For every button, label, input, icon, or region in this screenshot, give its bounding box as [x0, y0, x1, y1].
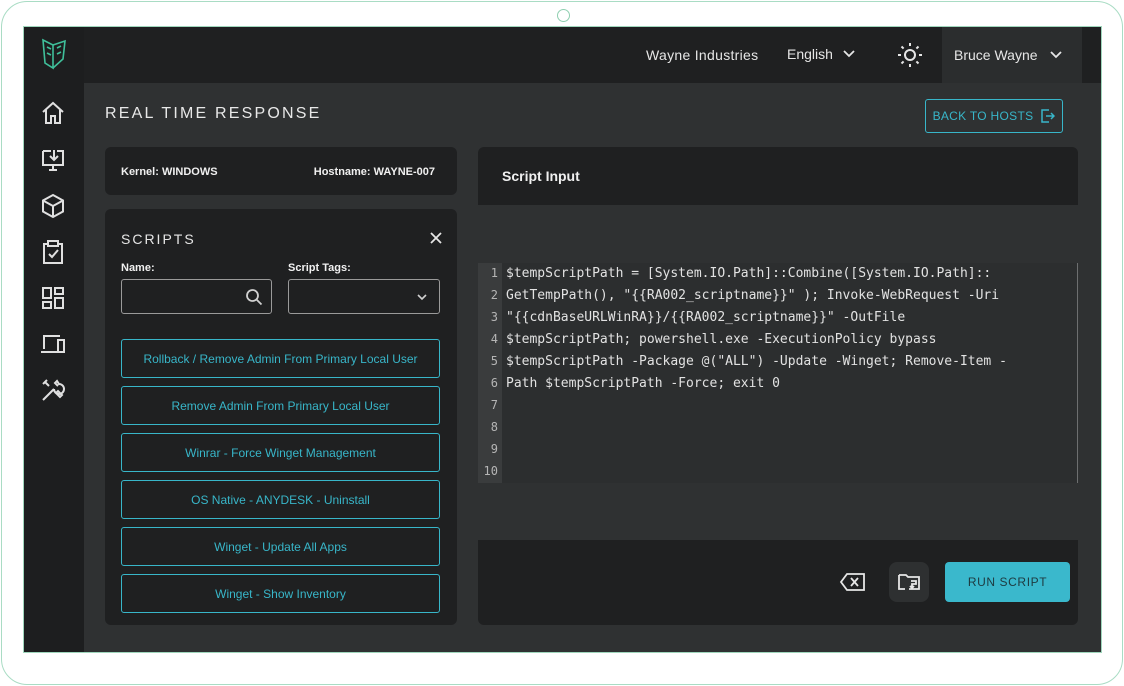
tools-icon	[42, 379, 65, 401]
page-title: REAL TIME RESPONSE	[105, 105, 322, 122]
code-line: $tempScriptPath; powershell.exe -Executi…	[506, 332, 937, 347]
line-number-gutter: 1 2 3 4 5 6 7 8 9 10	[478, 263, 502, 483]
folder-script-icon	[898, 574, 920, 590]
sidebar-item-tools[interactable]	[37, 374, 69, 406]
code-line: "{{cdnBaseURLWinRA}}/{{RA002_scriptname}…	[506, 310, 906, 325]
scripts-panel: SCRIPTS Name: Script Tags: Rollback / Re…	[105, 209, 457, 625]
exit-icon	[1041, 109, 1056, 123]
code-line: Path $tempScriptPath -Force; exit 0	[506, 376, 780, 391]
script-item-label: Winget - Update All Apps	[214, 539, 347, 554]
sidebar-item-dashboard[interactable]	[37, 282, 69, 314]
script-actions-bar: RUN SCRIPT	[478, 540, 1078, 625]
home-icon	[42, 101, 64, 124]
script-input-header: Script Input	[478, 147, 1078, 205]
run-script-button[interactable]: RUN SCRIPT	[945, 562, 1070, 602]
hostname-label: Hostname: WAYNE-007	[313, 166, 435, 178]
devices-icon	[41, 335, 65, 353]
script-item[interactable]: Rollback / Remove Admin From Primary Loc…	[121, 339, 440, 378]
line-number: 6	[490, 376, 498, 390]
kernel-label: Kernel: WINDOWS	[121, 166, 218, 178]
script-item-label: Rollback / Remove Admin From Primary Loc…	[143, 351, 418, 366]
code-editor[interactable]: 1 2 3 4 5 6 7 8 9 10 $tempScriptPath = […	[478, 263, 1078, 483]
search-icon	[246, 289, 263, 306]
sidebar-item-hosts[interactable]	[37, 144, 69, 176]
clipboard-check-icon	[43, 240, 63, 264]
line-number: 5	[490, 354, 498, 368]
script-item-label: Winrar - Force Winget Management	[185, 445, 376, 460]
sidebar-item-tasks[interactable]	[37, 236, 69, 268]
line-number: 2	[490, 288, 498, 302]
line-number: 8	[490, 420, 498, 434]
line-number: 9	[490, 442, 498, 456]
line-number: 3	[490, 310, 498, 324]
script-item[interactable]: Winget - Update All Apps	[121, 527, 440, 566]
script-item-label: OS Native - ANYDESK - Uninstall	[191, 492, 370, 507]
language-selector[interactable]: English	[787, 46, 855, 62]
camera-icon	[557, 9, 570, 22]
scripts-title: SCRIPTS	[121, 231, 196, 247]
code-line: $tempScriptPath -Package @("ALL") -Updat…	[506, 354, 1007, 369]
run-script-label: RUN SCRIPT	[967, 575, 1048, 589]
sidebar-item-devices[interactable]	[37, 328, 69, 360]
script-input-spacer	[478, 205, 1078, 263]
host-info-card: Kernel: WINDOWS Hostname: WAYNE-007	[105, 147, 457, 195]
chevron-down-icon	[1049, 51, 1062, 59]
sidebar-item-packages[interactable]	[37, 190, 69, 222]
script-item[interactable]: Winrar - Force Winget Management	[121, 433, 440, 472]
code-line: $tempScriptPath = [System.IO.Path]::Comb…	[506, 266, 992, 281]
grid-icon	[42, 287, 64, 309]
clear-script-button[interactable]	[838, 567, 868, 597]
script-item[interactable]: OS Native - ANYDESK - Uninstall	[121, 480, 440, 519]
theme-toggle-button[interactable]	[896, 41, 924, 69]
backspace-icon	[839, 573, 865, 591]
name-label: Name:	[121, 262, 155, 274]
close-icon	[430, 232, 442, 244]
line-number: 4	[490, 332, 498, 346]
script-input-title: Script Input	[502, 168, 580, 184]
script-tags-select[interactable]	[288, 279, 440, 314]
script-item[interactable]: Winget - Show Inventory	[121, 574, 440, 613]
app-screen: Wayne Industries English Bruce Wayne REA…	[23, 26, 1102, 653]
line-number: 10	[483, 464, 498, 478]
load-script-button[interactable]	[889, 562, 929, 602]
close-scripts-button[interactable]	[429, 231, 443, 245]
organization-name: Wayne Industries	[646, 47, 759, 63]
language-label: English	[787, 46, 833, 62]
sun-icon	[898, 43, 922, 67]
line-number: 1	[490, 266, 498, 280]
top-bar: Wayne Industries English Bruce Wayne	[84, 27, 1101, 83]
sidebar-item-home[interactable]	[37, 97, 69, 129]
line-number: 7	[490, 398, 498, 412]
back-to-hosts-label: BACK TO HOSTS	[932, 109, 1034, 123]
script-item-label: Winget - Show Inventory	[215, 586, 346, 601]
chevron-down-icon	[417, 294, 427, 301]
logo-icon	[39, 37, 69, 71]
name-search-field[interactable]	[121, 279, 272, 314]
back-to-hosts-button[interactable]: BACK TO HOSTS	[925, 99, 1063, 133]
user-name: Bruce Wayne	[954, 47, 1038, 63]
cube-icon	[42, 193, 64, 219]
script-item[interactable]: Remove Admin From Primary Local User	[121, 386, 440, 425]
script-tags-label: Script Tags:	[288, 262, 351, 274]
script-item-label: Remove Admin From Primary Local User	[171, 398, 390, 413]
user-menu[interactable]: Bruce Wayne	[942, 27, 1082, 83]
monitor-download-icon	[42, 150, 64, 171]
code-line: GetTempPath(), "{{RA002_scriptname}}" );…	[506, 288, 1000, 303]
chevron-down-icon	[843, 50, 855, 58]
sidebar	[24, 27, 84, 652]
